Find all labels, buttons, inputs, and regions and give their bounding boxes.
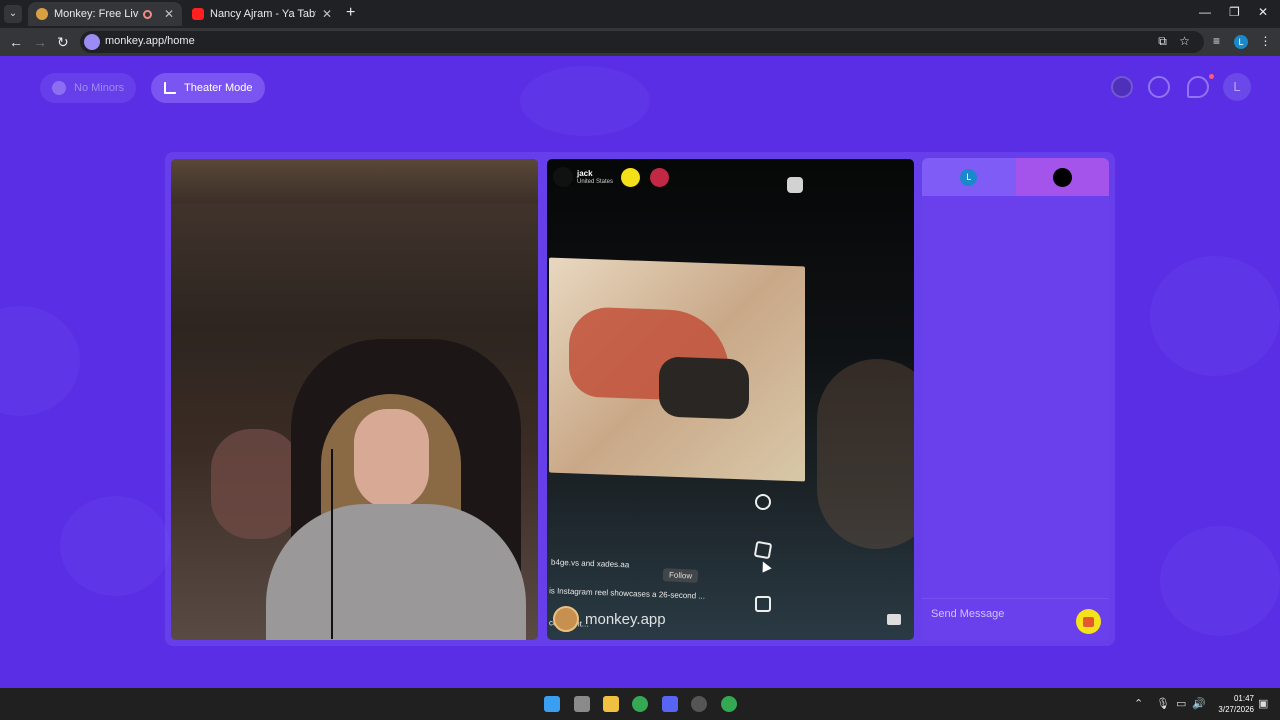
browser-tab-bar: ⌄ Monkey: Free Live Video Ch ✕ Nancy Ajr…	[0, 0, 1280, 28]
clock-date: 3/27/2026	[1218, 705, 1254, 714]
gear-icon	[787, 177, 803, 193]
remote-user-country: United States	[577, 178, 614, 185]
close-tab-icon[interactable]: ✕	[164, 7, 174, 21]
video-headset-cord	[331, 449, 333, 639]
browser-toolbar: ← → ↻ monkey.app/home ⧉ ☆ ≡ L ⋮	[0, 28, 1280, 56]
start-icon[interactable]	[544, 696, 560, 712]
microphone-icon[interactable]: 🎙	[1156, 697, 1170, 711]
url-text[interactable]: monkey.app/home	[105, 35, 195, 47]
monkey-favicon-icon	[36, 8, 48, 20]
address-bar[interactable]: monkey.app/home	[80, 31, 1204, 53]
no-minors-icon	[52, 81, 66, 95]
background-pattern	[520, 66, 650, 136]
network-icon[interactable]: ▭	[1176, 697, 1186, 711]
system-clock[interactable]: 01:47 3/27/2026	[1210, 693, 1254, 715]
overlay-caption: is Instagram reel showcases a 26-second …	[548, 586, 706, 601]
profile-avatar[interactable]: L	[1234, 35, 1248, 49]
tray-overflow-icon[interactable]: ⌃	[1134, 697, 1143, 711]
media-controls-icon[interactable]: ≡	[1210, 35, 1223, 48]
back-button[interactable]: ←	[9, 33, 23, 51]
obs-icon[interactable]	[691, 696, 707, 712]
close-tab-icon[interactable]: ✕	[322, 7, 332, 21]
forward-button[interactable]: →	[33, 33, 47, 51]
remote-user-name: jack	[577, 168, 593, 178]
bookmark-star-icon[interactable]: ☆	[1178, 35, 1191, 48]
chrome-icon[interactable]	[632, 696, 648, 712]
new-tab-button[interactable]: +	[346, 5, 355, 21]
guard-badge-icon	[650, 168, 669, 187]
close-window-button[interactable]: ✕	[1258, 5, 1268, 19]
history-icon[interactable]	[1148, 76, 1170, 98]
video-person-hoodie	[266, 504, 526, 640]
remote-video: jack United States b4ge.vs and xades.aa …	[547, 159, 914, 640]
no-minors-button[interactable]: No Minors	[40, 73, 137, 103]
chat-panel: L Send Message	[922, 158, 1109, 641]
chat-bubble-icon[interactable]	[1187, 76, 1209, 98]
discord-icon[interactable]	[662, 696, 678, 712]
monkey-watermark: monkey.app	[553, 606, 666, 632]
video-ceiling	[171, 159, 538, 204]
chat-header: L	[922, 158, 1109, 196]
tab-youtube[interactable]: Nancy Ajram - Ya Tabtab Wa Da ✕	[184, 2, 340, 26]
theater-mode-label: Theater Mode	[184, 82, 253, 94]
remote-user-avatar	[553, 167, 573, 187]
windows-taskbar: ⌃ 🎙 ▭ 🔊 01:47 3/27/2026 ▣	[0, 688, 1280, 720]
notification-dot	[1209, 74, 1214, 79]
monkey-logo-icon	[553, 606, 579, 632]
share-icon	[753, 540, 773, 560]
user-avatar[interactable]: L	[1223, 73, 1251, 101]
chat-self-tab[interactable]: L	[922, 158, 1016, 196]
gift-button[interactable]	[1076, 609, 1101, 634]
mouse-cursor-icon	[758, 559, 772, 573]
monkey-page: No Minors Theater Mode L jack United Sta…	[0, 56, 1280, 688]
expand-icon	[164, 82, 176, 94]
remix-icon	[755, 494, 771, 510]
audio-icon	[755, 596, 771, 612]
youtube-favicon-icon	[192, 8, 204, 20]
tab-title: Nancy Ajram - Ya Tabtab Wa Da	[210, 8, 316, 20]
background-pattern	[1160, 526, 1280, 636]
heart-badge-icon	[621, 168, 640, 187]
chat-partner-avatar	[1052, 167, 1072, 187]
notifications-icon[interactable]: ▣	[1258, 697, 1268, 711]
chat-input-area[interactable]: Send Message	[922, 598, 1109, 641]
clock-time: 01:47	[1233, 694, 1254, 703]
menu-kebab-icon[interactable]: ⋮	[1259, 35, 1272, 48]
restore-button[interactable]: ❐	[1229, 5, 1240, 19]
video-hand	[817, 359, 914, 549]
file-explorer-icon[interactable]	[603, 696, 619, 712]
overlay-follow: Follow	[662, 568, 699, 583]
background-pattern	[0, 306, 80, 416]
tab-search-button[interactable]: ⌄	[4, 5, 22, 23]
tab-title: Monkey: Free Live Video Ch	[54, 8, 139, 20]
volume-icon[interactable]: 🔊	[1192, 697, 1206, 711]
friends-icon[interactable]	[1111, 76, 1133, 98]
watermark-text: monkey.app	[585, 610, 666, 628]
chat-partner-tab[interactable]	[1015, 158, 1109, 196]
chat-self-avatar: L	[960, 168, 978, 186]
send-message-input[interactable]: Send Message	[931, 608, 1004, 620]
gift-icon	[1083, 616, 1094, 627]
recording-icon	[143, 9, 152, 19]
background-pattern	[60, 496, 170, 596]
remote-user-chip[interactable]: jack United States	[553, 167, 613, 187]
chrome-profile-icon[interactable]	[721, 696, 737, 712]
task-view-icon[interactable]	[574, 696, 590, 712]
skip-icon[interactable]	[887, 614, 901, 625]
cast-icon[interactable]: ⧉	[1156, 35, 1169, 48]
background-pattern	[1150, 256, 1280, 376]
site-info-icon[interactable]	[84, 34, 100, 50]
overlay-username: b4ge.vs and xades.aa	[550, 557, 630, 570]
tab-monkey[interactable]: Monkey: Free Live Video Ch ✕	[28, 2, 182, 26]
reload-button[interactable]: ↻	[57, 33, 69, 51]
theater-mode-button[interactable]: Theater Mode	[151, 73, 266, 103]
filmed-screen	[549, 257, 805, 482]
video-pillow	[211, 429, 301, 539]
local-video	[171, 159, 538, 640]
no-minors-label: No Minors	[74, 82, 125, 94]
video-person-face	[354, 409, 429, 509]
minimize-button[interactable]: —	[1199, 5, 1211, 19]
filmed-screen-figure	[659, 356, 749, 420]
